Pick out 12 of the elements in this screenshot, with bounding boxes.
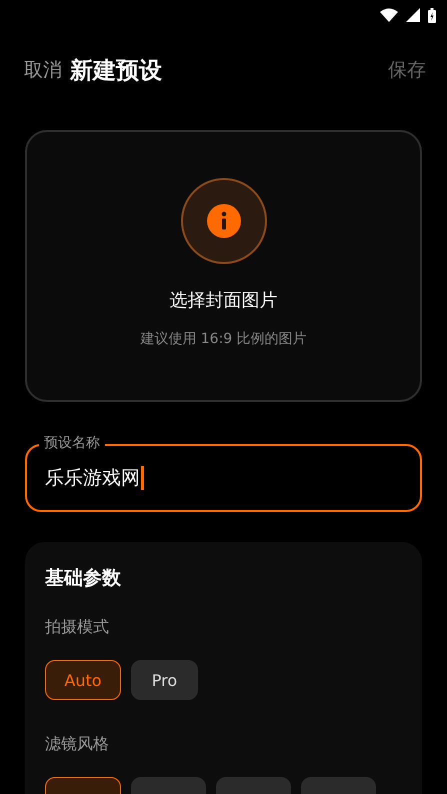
section-title: 基础参数 (45, 566, 121, 591)
field-value: 乐乐游戏网 (45, 466, 140, 491)
page-title: 新建预设 (70, 56, 162, 86)
save-button[interactable]: 保存 (388, 57, 426, 83)
setting-label: 滤镜风格 (45, 734, 109, 755)
cover-title: 选择封面图片 (170, 289, 278, 312)
mode-chip[interactable]: Auto (45, 660, 121, 700)
setting-label: 拍摄模式 (45, 617, 109, 638)
cover-hint: 建议使用 16:9 比例的图片 (140, 330, 307, 348)
mode-chip[interactable]: Pro (131, 660, 198, 700)
cover-picker[interactable]: 选择封面图片 建议使用 16:9 比例的图片 (25, 130, 422, 402)
cancel-button[interactable]: 取消 (24, 57, 62, 83)
